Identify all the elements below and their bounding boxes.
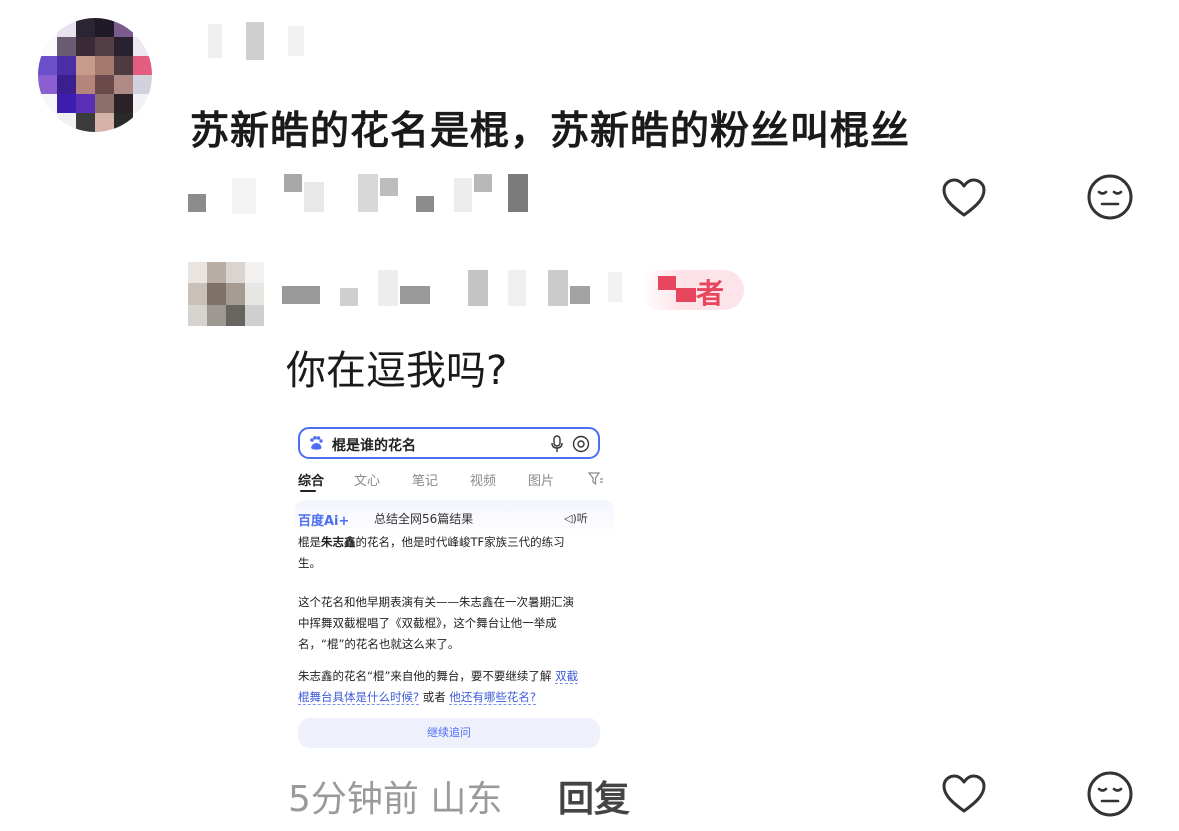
like-heart-icon[interactable] — [940, 174, 988, 222]
baidu-ai-logo: 百度Ai+ — [298, 514, 350, 529]
embedded-screenshot-image[interactable]: 棍是谁的花名 综合 文心 笔记 视频 图片 百度Ai+ 总结全网56篇结果 ◁)… — [286, 412, 616, 757]
embedded-tab-underline — [300, 490, 316, 492]
baidu-paw-icon — [310, 436, 323, 450]
ai-paragraph-2: 这个花名和他早期表演有关——朱志鑫在一次暑期汇演 中挥舞双截棍唱了《双截棍》，这… — [298, 595, 574, 651]
embedded-tab: 文心 — [354, 474, 381, 489]
microphone-icon — [551, 435, 563, 452]
embedded-tab: 图片 — [528, 474, 555, 489]
ai-paragraph-1: 棍是朱志鑫的花名，他是时代峰峻TF家族三代的练习 生。 — [298, 535, 565, 570]
embedded-ai-card: 百度Ai+ 总结全网56篇结果 ◁)听 棍是朱志鑫的花名，他是时代峰峻TF家族三… — [294, 500, 614, 750]
ai-summary-count: 总结全网56篇结果 — [374, 512, 474, 526]
filter-icon — [588, 472, 603, 486]
reply-dislike-face-icon[interactable] — [1086, 770, 1134, 818]
reply-text: 你在逗我吗? — [286, 348, 508, 394]
dislike-face-icon[interactable] — [1086, 173, 1134, 221]
embedded-tab: 视频 — [470, 474, 497, 489]
embedded-search-query: 棍是谁的花名 — [332, 438, 416, 454]
reply-time-location: 5分钟前 山东 — [288, 779, 503, 820]
camera-search-icon — [572, 435, 590, 453]
listen-label: ◁)听 — [564, 512, 588, 525]
ai-paragraph-3: 朱志鑫的花名“棍”来自他的舞台，要不要继续了解 双截 棍舞台具体是什么时候? 或… — [298, 669, 579, 705]
replier-avatar[interactable] — [188, 262, 264, 326]
embedded-search-box: 棍是谁的花名 — [298, 427, 600, 459]
commenter-avatar[interactable] — [38, 18, 152, 132]
comment-text: 苏新皓的花名是棍，苏新皓的粉丝叫棍丝 — [190, 109, 911, 154]
continue-ask-button: 继续追问 — [298, 718, 600, 748]
author-badge: 者 — [640, 270, 744, 310]
reply-like-heart-icon[interactable] — [940, 770, 988, 818]
embedded-tabs: 综合 文心 笔记 视频 图片 — [298, 470, 608, 492]
replier-name-blurred[interactable] — [282, 268, 662, 308]
reply-button[interactable]: 回复 — [558, 770, 630, 822]
embedded-tab: 综合 — [298, 474, 325, 489]
embedded-tab: 笔记 — [412, 474, 439, 489]
comment-meta-blurred — [188, 172, 548, 216]
